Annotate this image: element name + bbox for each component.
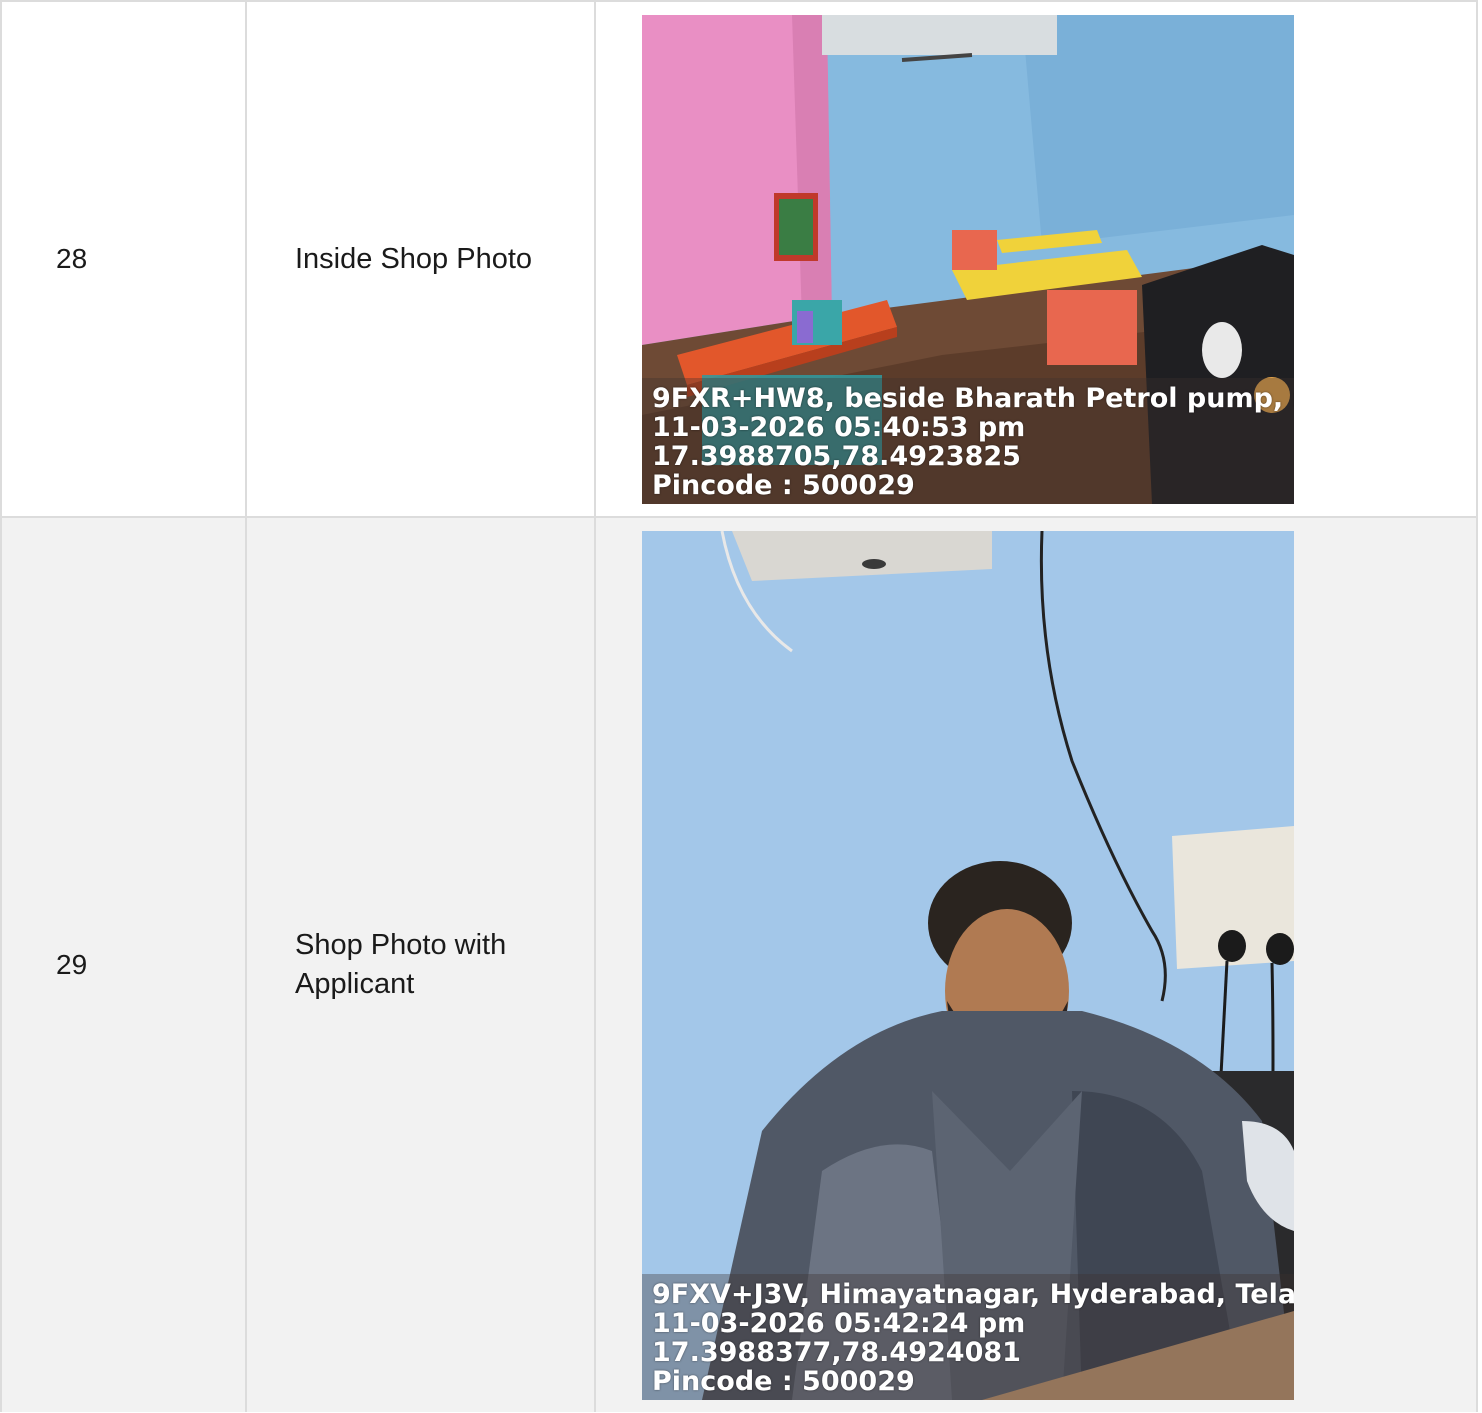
serial-number-cell: 28 [0,0,247,518]
shop-photo-with-applicant: 9FXV+J3V, Himayatnagar, Hyderabad, Telan… [642,530,1294,1400]
applicant-image [642,530,1294,1400]
overlay-address: 9FXR+HW8, beside Bharath Petrol pump, ne… [652,382,1294,414]
overlay-coordinates: 17.3988705,78.4923825 [652,440,1021,472]
photo-label: Inside Shop Photo [295,242,533,275]
photo-evidence-table: 28 Inside Shop Photo 9FXR+HW8, beside Bh… [0,0,1478,1412]
photo-cell: 9FXV+J3V, Himayatnagar, Hyderabad, Telan… [594,516,1478,1412]
serial-number-cell: 29 [0,516,247,1412]
serial-number: 28 [56,243,88,274]
overlay-pincode: Pincode : 500029 [652,1365,915,1397]
photo-label-cell: Inside Shop Photo [245,0,596,518]
table-row: 28 Inside Shop Photo 9FXR+HW8, beside Bh… [0,0,1478,518]
overlay-timestamp: 11-03-2026 05:40:53 pm [652,411,1026,443]
photo-label: Shop Photo with Applicant [295,929,507,1000]
overlay-coordinates: 17.3988377,78.4924081 [652,1336,1021,1368]
photo-geotag-overlay: 9FXV+J3V, Himayatnagar, Hyderabad, Telan… [642,1273,1294,1400]
photo-cell: 9FXR+HW8, beside Bharath Petrol pump, ne… [594,0,1478,518]
table-row: 29 Shop Photo with Applicant 9FXV+J3V, H… [0,516,1478,1412]
photo-geotag-overlay: 9FXR+HW8, beside Bharath Petrol pump, ne… [642,377,1294,504]
serial-number: 29 [56,949,88,980]
overlay-address: 9FXV+J3V, Himayatnagar, Hyderabad, Telan… [652,1278,1294,1310]
photo-label-cell: Shop Photo with Applicant [245,516,596,1412]
overlay-timestamp: 11-03-2026 05:42:24 pm [652,1307,1026,1339]
inside-shop-photo: 9FXR+HW8, beside Bharath Petrol pump, ne… [642,14,1294,504]
overlay-pincode: Pincode : 500029 [652,469,915,501]
